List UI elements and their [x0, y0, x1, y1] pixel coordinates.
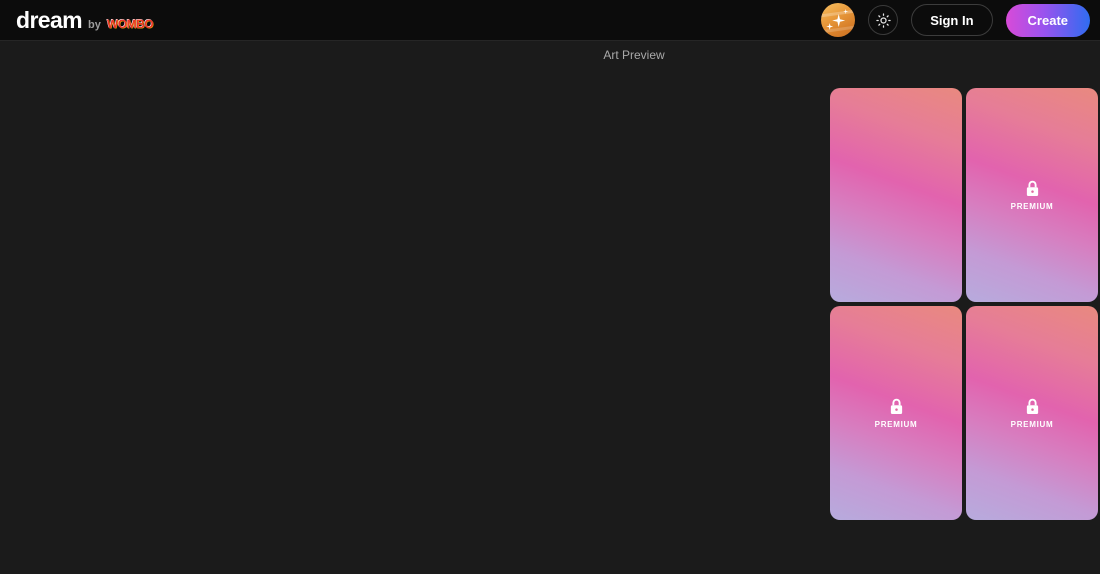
editor-panel: Enter prompt 0/200 Prompt History Sunset… — [0, 41, 238, 574]
premium-label: PREMIUM — [875, 420, 918, 429]
logo-by-text: by — [88, 19, 101, 31]
app-header: dream by WOMBO Sign In C — [0, 0, 1100, 41]
premium-label: PREMIUM — [1011, 202, 1054, 211]
logo-wombo-text: WOMBO — [107, 17, 153, 31]
header-actions: Sign In Create — [821, 3, 1090, 37]
sign-in-button[interactable]: Sign In — [911, 4, 992, 36]
user-avatar[interactable] — [821, 3, 855, 37]
lock-icon — [1025, 398, 1040, 415]
preview-panel: Art Preview PREMIUMPREMIUMPREMIUMPREMIUM — [238, 41, 1100, 574]
app-logo[interactable]: dream by WOMBO — [16, 7, 153, 34]
lock-icon — [889, 398, 904, 415]
preview-card[interactable]: PREMIUM — [830, 306, 962, 520]
logo-dream-text: dream — [16, 7, 82, 34]
preview-card[interactable]: PREMIUM — [966, 88, 1098, 302]
sun-icon — [876, 13, 891, 28]
header-create-button[interactable]: Create — [1006, 4, 1090, 37]
avatar-band-icon — [821, 25, 855, 34]
page-body: Enter prompt 0/200 Prompt History Sunset… — [0, 41, 1100, 574]
preview-card[interactable]: PREMIUM — [830, 88, 962, 302]
sparkle-icon — [832, 14, 845, 27]
preview-card[interactable]: PREMIUM — [966, 306, 1098, 520]
preview-title: Art Preview — [168, 41, 1100, 62]
theme-toggle-button[interactable] — [868, 5, 898, 35]
premium-label: PREMIUM — [1011, 420, 1054, 429]
lock-icon — [1025, 180, 1040, 197]
preview-grid: PREMIUM PREMIUM PREMIUM PREMIUM — [830, 88, 1100, 520]
